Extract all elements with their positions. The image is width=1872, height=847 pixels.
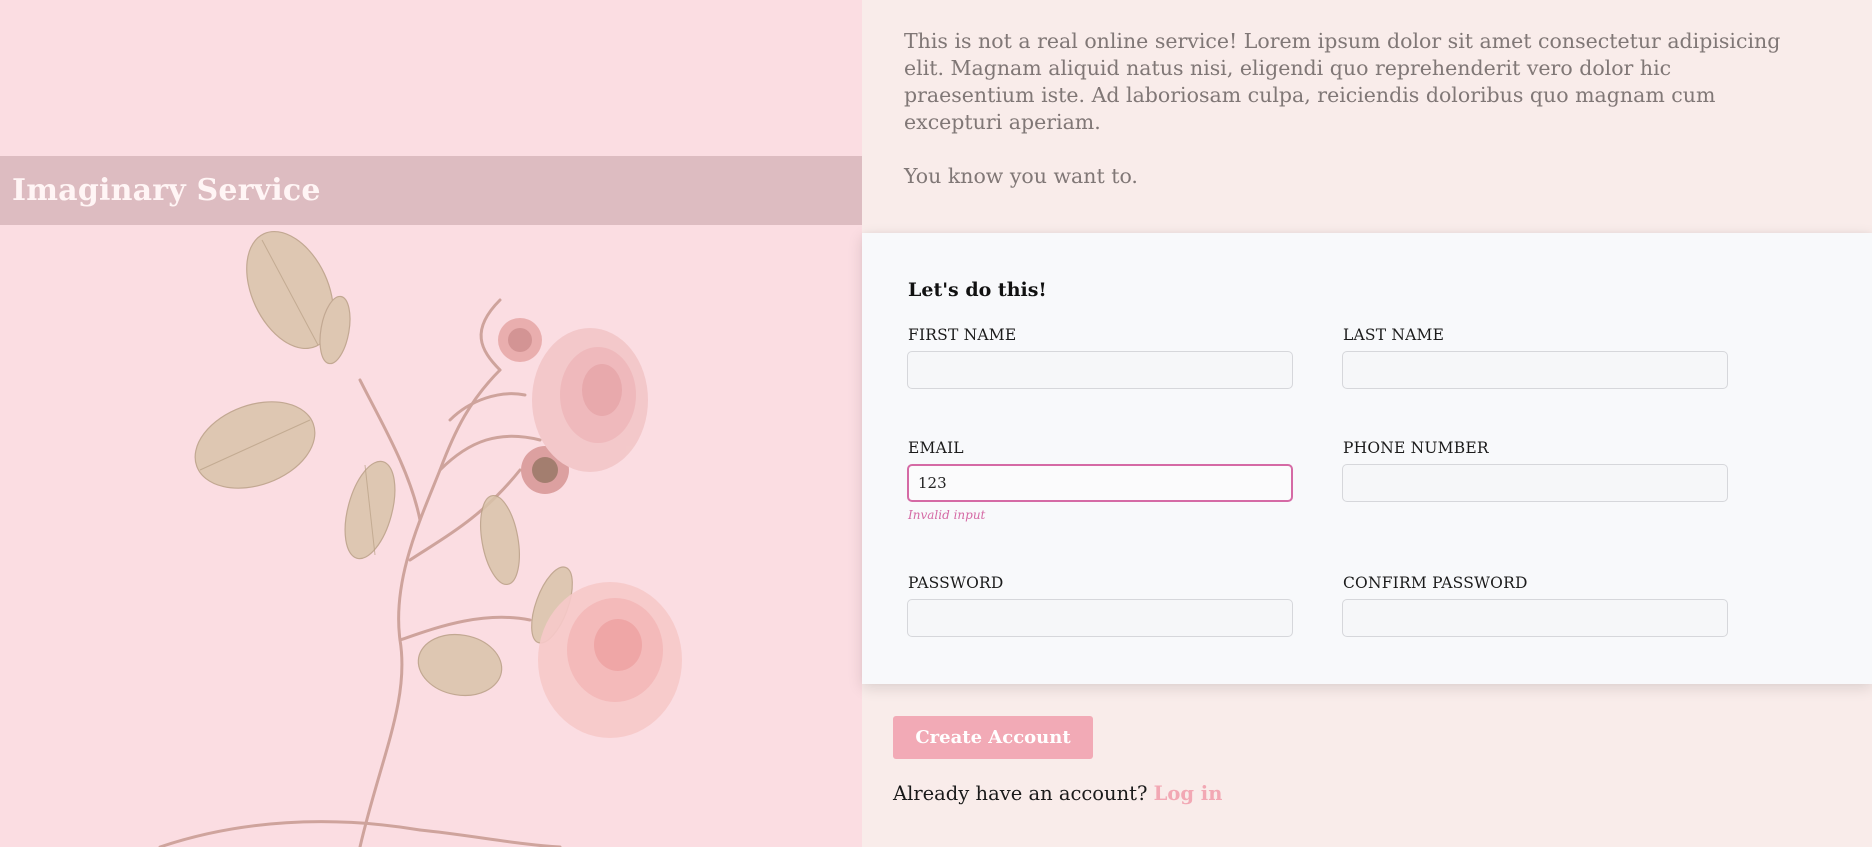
password-input[interactable] <box>907 599 1293 637</box>
intro-paragraph: This is not a real online service! Lorem… <box>904 29 1781 134</box>
confirm-password-input[interactable] <box>1342 599 1728 637</box>
password-label: PASSWORD <box>908 574 1004 592</box>
brand-title: Imaginary Service <box>12 173 321 208</box>
intro-section: This is not a real online service! Lorem… <box>904 28 1784 190</box>
login-prompt: Already have an account? Log in <box>893 782 1222 805</box>
last-name-label: LAST NAME <box>1343 326 1445 344</box>
first-name-label: FIRST NAME <box>908 326 1017 344</box>
login-link[interactable]: Log in <box>1154 782 1223 805</box>
rose-illustration <box>158 230 682 847</box>
email-input[interactable] <box>907 464 1293 502</box>
brand-bar: Imaginary Service <box>0 156 862 225</box>
phone-number-input[interactable] <box>1342 464 1728 502</box>
first-name-input[interactable] <box>907 351 1293 389</box>
create-account-button[interactable]: Create Account <box>893 716 1093 759</box>
email-label: EMAIL <box>908 439 964 457</box>
login-prompt-text: Already have an account? <box>893 782 1148 805</box>
confirm-password-label: CONFIRM PASSWORD <box>1343 574 1528 592</box>
phone-number-label: PHONE NUMBER <box>1343 439 1489 457</box>
form-heading: Let's do this! <box>908 279 1047 301</box>
signup-form: Let's do this! FIRST NAME LAST NAME EMAI… <box>862 233 1872 684</box>
email-error-message: Invalid input <box>908 508 986 522</box>
intro-tagline: You know you want to. <box>904 164 1138 188</box>
hero-panel: Imaginary Service <box>0 0 862 847</box>
last-name-input[interactable] <box>1342 351 1728 389</box>
